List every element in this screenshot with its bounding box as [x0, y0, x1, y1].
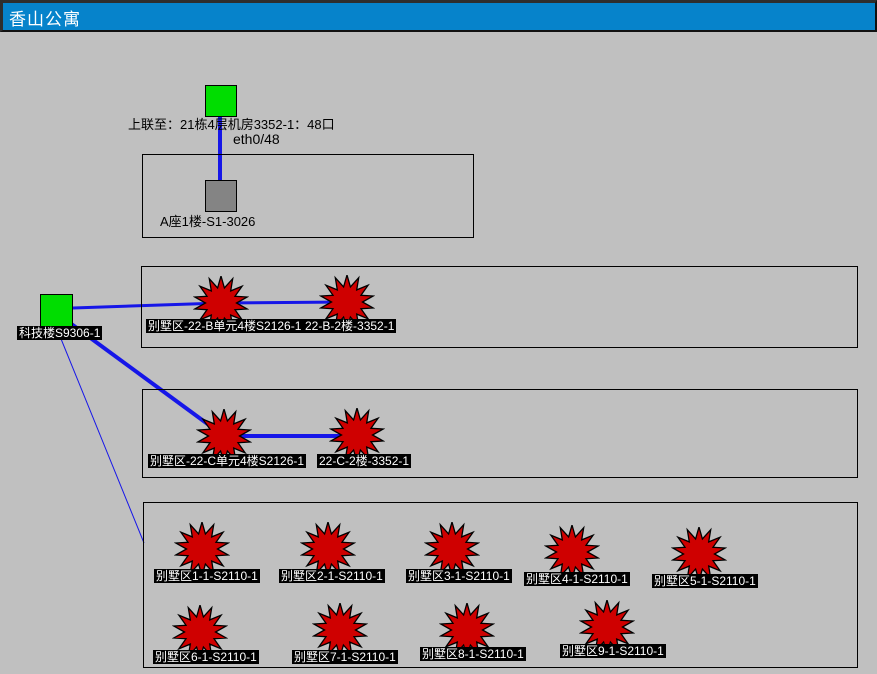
node-22b-unit-label[interactable]: 别墅区-22-B单元4楼S2126-1 — [146, 319, 303, 333]
node-villa-5-label[interactable]: 别墅区5-1-S2110-1 — [652, 574, 758, 588]
node-villa-6-label[interactable]: 别墅区6-1-S2110-1 — [153, 650, 259, 664]
node-uplink-label[interactable]: 上联至：21栋4层机房3352-1：48口 — [128, 117, 335, 132]
node-villa-7-label[interactable]: 别墅区7-1-S2110-1 — [292, 650, 398, 664]
critical-star-icon — [424, 522, 480, 576]
node-22b-2f-label[interactable]: 22-B-2楼-3352-1 — [303, 319, 396, 333]
node-core-label[interactable]: 科技楼S9306-1 — [17, 326, 102, 340]
window-title: 香山公寓 — [9, 5, 81, 30]
node-critical-villa-7[interactable] — [312, 603, 368, 657]
node-critical-villa-1[interactable] — [174, 522, 230, 576]
node-critical-villa-3[interactable] — [424, 522, 480, 576]
node-22c-unit-label[interactable]: 别墅区-22-C单元4楼S2126-1 — [148, 454, 306, 468]
node-critical-villa-2[interactable] — [300, 522, 356, 576]
node-villa-9-label[interactable]: 别墅区9-1-S2110-1 — [560, 644, 666, 658]
node-core[interactable] — [40, 294, 73, 327]
link-interface-label: eth0/48 — [233, 131, 280, 147]
window-titlebar: 香山公寓 — [0, 0, 877, 32]
topology-canvas[interactable]: 上联至：21栋4层机房3352-1：48口 eth0/48 A座1楼-S1-30… — [0, 32, 877, 642]
node-critical-villa-4[interactable] — [544, 525, 600, 579]
node-building-a[interactable] — [205, 180, 237, 212]
node-uplink[interactable] — [205, 85, 237, 117]
node-villa-3-label[interactable]: 别墅区3-1-S2110-1 — [406, 569, 512, 583]
node-villa-8-label[interactable]: 别墅区8-1-S2110-1 — [420, 647, 526, 661]
link-core-to-villa[interactable] — [57, 329, 144, 543]
node-building-a-label[interactable]: A座1楼-S1-3026 — [160, 214, 255, 229]
critical-star-icon — [312, 603, 368, 657]
node-critical-villa-5[interactable] — [671, 527, 727, 581]
node-villa-4-label[interactable]: 别墅区4-1-S2110-1 — [524, 572, 630, 586]
critical-star-icon — [544, 525, 600, 579]
critical-star-icon — [300, 522, 356, 576]
node-villa-2-label[interactable]: 别墅区2-1-S2110-1 — [279, 569, 385, 583]
critical-star-icon — [671, 527, 727, 581]
node-22c-2f-label[interactable]: 22-C-2楼-3352-1 — [317, 454, 411, 468]
critical-star-icon — [174, 522, 230, 576]
node-villa-1-label[interactable]: 别墅区1-1-S2110-1 — [154, 569, 260, 583]
